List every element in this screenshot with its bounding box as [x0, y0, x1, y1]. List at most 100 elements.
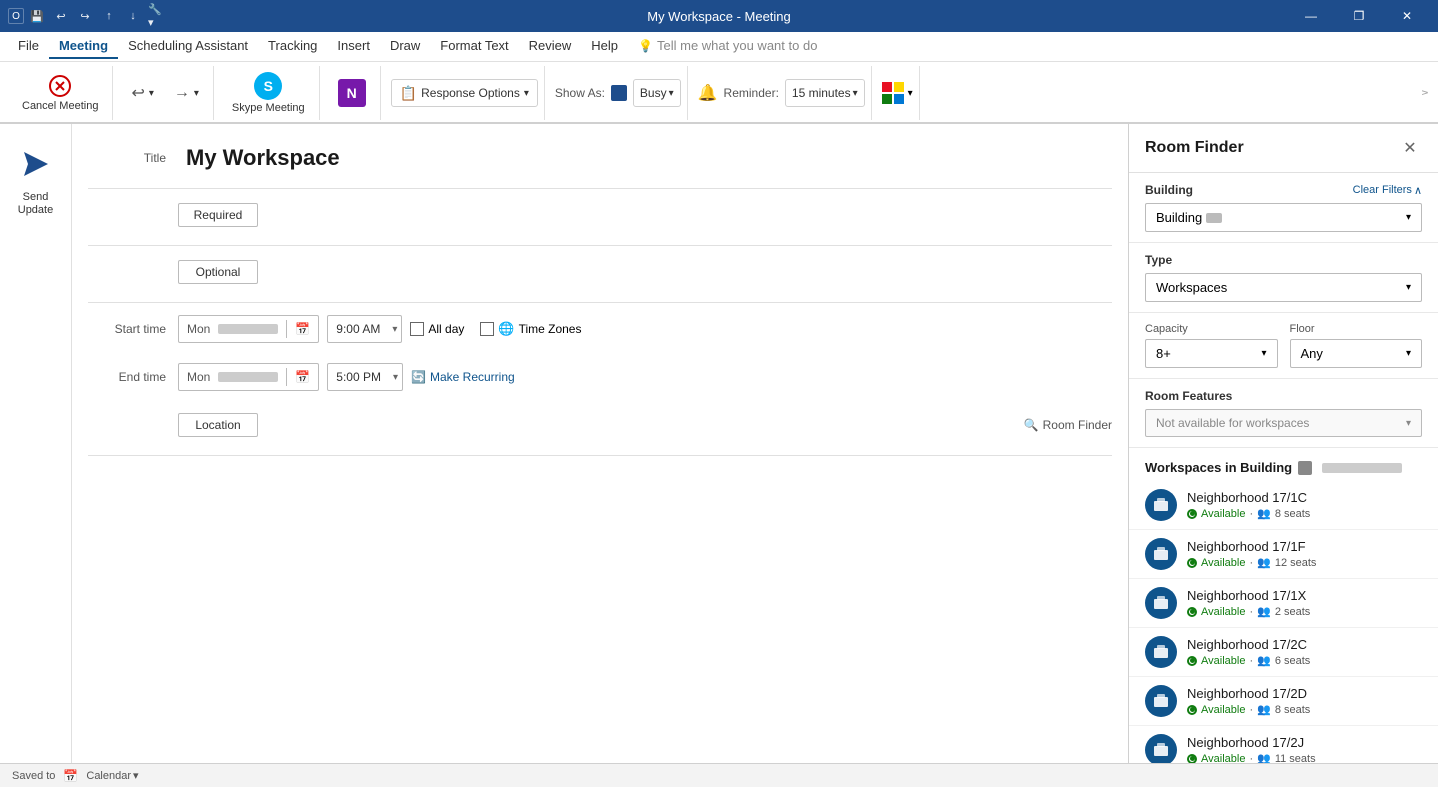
location-input[interactable] — [258, 414, 1024, 437]
type-section: Type Workspaces ▾ — [1129, 243, 1438, 312]
restore-button[interactable]: ❐ — [1336, 0, 1382, 32]
workspace-item-17-1X[interactable]: Neighborhood 17/1X Available · 👥 2 seats — [1129, 579, 1438, 628]
down-icon[interactable]: ↓ — [124, 7, 142, 25]
skype-meeting-button[interactable]: S Skype Meeting — [224, 68, 313, 118]
building-value: Building — [1156, 210, 1222, 225]
building-dropdown-chevron: ▾ — [1406, 212, 1411, 223]
onenote-button[interactable]: N — [330, 68, 374, 118]
start-date-picker[interactable]: Mon 📅 — [178, 315, 319, 343]
time-zones-checkbox[interactable]: 🌐 Time Zones — [480, 321, 581, 337]
clear-filters-button[interactable]: Clear Filters ∧ — [1353, 184, 1422, 197]
start-time-picker[interactable]: 9:00 AM ▾ — [327, 315, 402, 343]
workspace-item-17-1F[interactable]: Neighborhood 17/1F Available · 👥 12 seat… — [1129, 530, 1438, 579]
start-date-display: Mon — [179, 320, 287, 338]
end-date-picker[interactable]: Mon 📅 — [178, 363, 319, 391]
menu-tracking[interactable]: Tracking — [258, 34, 327, 59]
workspaces-header: Workspaces in Building — [1129, 448, 1438, 481]
room-features-dropdown[interactable]: Not available for workspaces ▾ — [1145, 409, 1422, 437]
ribbon-group-nav: ↩▾ →▾ — [117, 66, 213, 120]
room-finder-header: Room Finder ✕ — [1129, 124, 1438, 173]
status-dot-3 — [1187, 656, 1197, 666]
up-icon[interactable]: ↑ — [100, 7, 118, 25]
workspace-item-17-2D[interactable]: Neighborhood 17/2D Available · 👥 8 seats — [1129, 677, 1438, 726]
all-day-checkbox-box — [410, 322, 424, 336]
floor-dropdown[interactable]: Any ▾ — [1290, 339, 1423, 368]
time-zones-checkbox-box — [480, 322, 494, 336]
seats-icon-0: 👥 — [1257, 507, 1271, 520]
optional-button[interactable]: Optional — [178, 260, 258, 284]
type-dropdown-chevron: ▾ — [1406, 282, 1411, 293]
save-icon[interactable]: 💾 — [28, 7, 46, 25]
capacity-dropdown[interactable]: 8+ ▾ — [1145, 339, 1278, 368]
color-picker-button[interactable] — [882, 82, 904, 104]
forward-button[interactable]: →▾ — [166, 79, 207, 107]
back-button[interactable]: ↩▾ — [123, 79, 161, 107]
status-dot-2 — [1187, 607, 1197, 617]
menu-file[interactable]: File — [8, 34, 49, 59]
menu-draw[interactable]: Draw — [380, 34, 430, 59]
building-dropdown[interactable]: Building ▾ — [1145, 203, 1422, 232]
optional-input[interactable] — [258, 261, 1112, 284]
location-button[interactable]: Location — [178, 413, 258, 437]
seats-icon-2: 👥 — [1257, 605, 1271, 618]
capacity-label: Capacity — [1145, 323, 1278, 335]
required-input[interactable] — [258, 204, 1112, 227]
type-dropdown[interactable]: Workspaces ▾ — [1145, 273, 1422, 302]
make-recurring-button[interactable]: 🔄 Make Recurring — [411, 370, 515, 384]
capacity-floor-row: Capacity 8+ ▾ Floor Any ▾ — [1145, 323, 1422, 368]
show-as-label: Show As: — [555, 86, 605, 100]
menu-insert[interactable]: Insert — [327, 34, 380, 59]
start-time-label: Start time — [88, 322, 178, 336]
title-label: Title — [88, 151, 178, 165]
bell-icon: 🔔 — [698, 83, 718, 103]
end-calendar-icon[interactable]: 📅 — [287, 368, 318, 386]
floor-label: Floor — [1290, 323, 1423, 335]
menu-review[interactable]: Review — [519, 34, 582, 59]
workspace-item-17-2J[interactable]: Neighborhood 17/2J Available · 👥 11 seat… — [1129, 726, 1438, 763]
menu-scheduling[interactable]: Scheduling Assistant — [118, 34, 258, 59]
calendar-dropdown-chevron: ▾ — [133, 769, 139, 782]
required-row: Required — [88, 197, 1112, 233]
building-section: Building Clear Filters ∧ Building ▾ — [1129, 173, 1438, 242]
cancel-meeting-icon — [48, 74, 72, 98]
ribbon-group-onenote: N — [324, 66, 381, 120]
redo-icon[interactable]: ↪ — [76, 7, 94, 25]
status-bar: Saved to 📅 Calendar ▾ — [0, 763, 1438, 787]
menu-meeting[interactable]: Meeting — [49, 34, 118, 59]
all-day-checkbox[interactable]: All day — [410, 322, 464, 336]
start-time-controls: Mon 📅 9:00 AM ▾ All day — [178, 315, 581, 343]
required-button[interactable]: Required — [178, 203, 258, 227]
end-time-picker[interactable]: 5:00 PM ▾ — [327, 363, 403, 391]
undo-icon[interactable]: ↩ — [52, 7, 70, 25]
tell-me-input[interactable]: 💡 Tell me what you want to do — [628, 34, 827, 59]
color-dropdown-arrow[interactable]: ▾ — [908, 88, 913, 99]
features-chevron: ▾ — [1406, 418, 1411, 429]
menu-format-text[interactable]: Format Text — [430, 34, 518, 59]
start-time-row: Start time Mon 📅 9:00 AM ▾ — [88, 311, 1112, 347]
calendar-icon[interactable]: 📅 — [287, 320, 318, 338]
close-button[interactable]: ✕ — [1384, 0, 1430, 32]
room-finder-close-button[interactable]: ✕ — [1398, 136, 1422, 160]
ribbon-collapse-button[interactable]: ∧ — [1419, 89, 1430, 96]
send-update-button[interactable]: Send Update — [0, 140, 71, 225]
capacity-floor-section: Capacity 8+ ▾ Floor Any ▾ — [1129, 313, 1438, 378]
minimize-button[interactable]: — — [1288, 0, 1334, 32]
menu-help[interactable]: Help — [581, 34, 628, 59]
customize-icon[interactable]: 🔧▾ — [148, 7, 166, 25]
title-input[interactable] — [178, 141, 1112, 175]
reminder-dropdown[interactable]: 15 minutes ▾ — [785, 79, 865, 107]
room-finder-link[interactable]: 🔍 Room Finder — [1024, 418, 1112, 432]
cancel-meeting-button[interactable]: Cancel Meeting — [14, 68, 106, 118]
show-as-dropdown[interactable]: Busy ▾ — [633, 79, 681, 107]
ribbon-group-skype: S Skype Meeting — [218, 66, 320, 120]
workspace-info-3: Neighborhood 17/2C Available · 👥 6 seats — [1187, 637, 1422, 667]
calendar-label[interactable]: Calendar ▾ — [86, 769, 138, 782]
title-bar-controls: — ❐ ✕ — [1288, 0, 1430, 32]
workspace-item-17-1C[interactable]: Neighborhood 17/1C Available · 👥 8 seats — [1129, 481, 1438, 530]
workspace-item-17-2C[interactable]: Neighborhood 17/2C Available · 👥 6 seats — [1129, 628, 1438, 677]
title-bar: O 💾 ↩ ↪ ↑ ↓ 🔧▾ My Workspace - Meeting — … — [0, 0, 1438, 32]
seats-icon-1: 👥 — [1257, 556, 1271, 569]
end-time-controls: Mon 📅 5:00 PM ▾ 🔄 Make Recurring — [178, 363, 515, 391]
status-dot-4 — [1187, 705, 1197, 715]
response-options-button[interactable]: 📋 Response Options ▾ — [391, 79, 538, 107]
